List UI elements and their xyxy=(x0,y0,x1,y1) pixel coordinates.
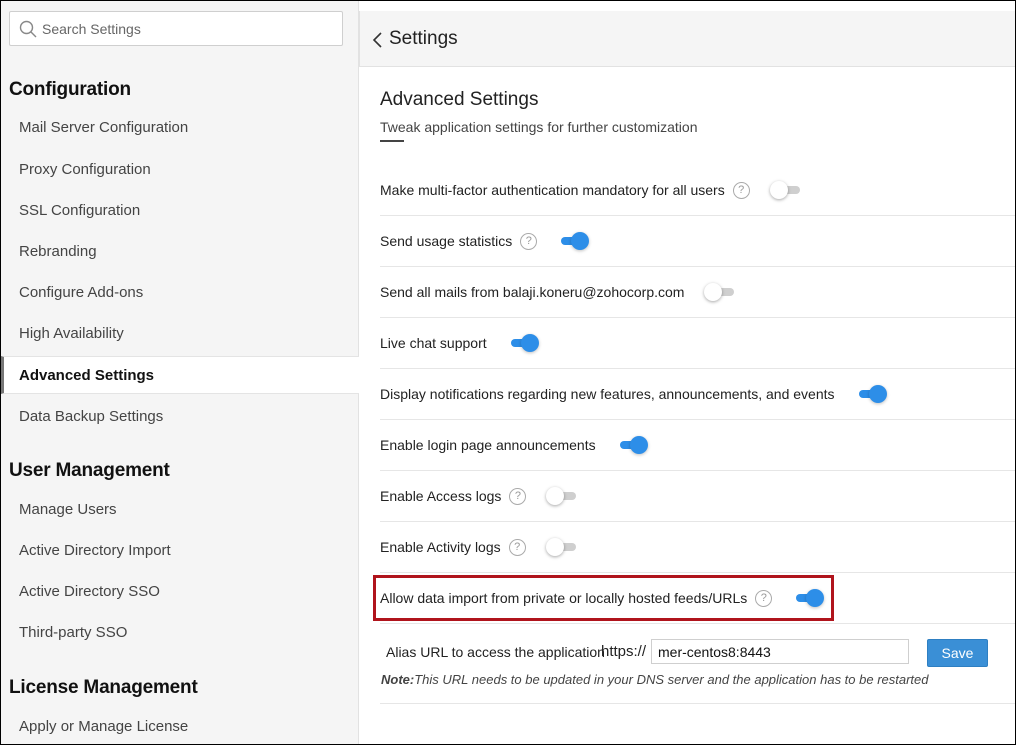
setting-row-content: Allow data import from private or locall… xyxy=(380,573,825,623)
save-button[interactable]: Save xyxy=(927,639,988,667)
section-title-user-management: User Management xyxy=(9,460,170,481)
sidebar-item-proxy-configuration[interactable]: Proxy Configuration xyxy=(1,151,358,189)
sidebar-item-rebranding[interactable]: Rebranding xyxy=(1,233,358,271)
setting-label: Enable Access logs xyxy=(380,488,502,504)
alias-url-input[interactable] xyxy=(651,639,909,664)
setting-row-content: Send usage statistics? xyxy=(380,216,590,266)
sidebar-item-data-backup-settings[interactable]: Data Backup Settings xyxy=(1,398,358,436)
help-icon[interactable]: ? xyxy=(732,181,750,199)
sidebar-item-ssl-configuration[interactable]: SSL Configuration xyxy=(1,192,358,230)
setting-toggle[interactable] xyxy=(507,333,539,353)
setting-label: Enable login page announcements xyxy=(380,437,596,453)
section-title-configuration: Configuration xyxy=(9,79,131,100)
page-header-title: Settings xyxy=(389,28,458,49)
sidebar-item-mail-server-configuration[interactable]: Mail Server Configuration xyxy=(1,109,358,147)
section-title-license-management: License Management xyxy=(9,677,198,698)
toggle-knob xyxy=(520,334,539,352)
setting-row-content: Enable login page announcements xyxy=(380,420,648,470)
setting-row: Make multi-factor authentication mandato… xyxy=(380,165,1015,216)
help-icon[interactable]: ? xyxy=(520,232,538,250)
setting-row: Enable Access logs? xyxy=(380,471,1015,522)
setting-label: Live chat support xyxy=(380,335,487,351)
toggle-knob xyxy=(629,436,648,454)
alias-url-row: Alias URL to access the application http… xyxy=(380,623,1015,704)
alias-url-note: Note:This URL needs to be updated in you… xyxy=(381,672,929,687)
setting-label: Display notifications regarding new feat… xyxy=(380,386,835,402)
setting-row-content: Enable Access logs? xyxy=(380,471,578,521)
setting-toggle[interactable] xyxy=(704,282,736,302)
setting-row: Live chat support xyxy=(380,318,1015,369)
setting-toggle[interactable] xyxy=(616,435,648,455)
help-icon[interactable]: ? xyxy=(508,538,526,556)
toggle-knob xyxy=(769,181,788,199)
help-icon[interactable]: ? xyxy=(509,487,527,505)
setting-row: Display notifications regarding new feat… xyxy=(380,369,1015,420)
alias-url-label: Alias URL to access the application xyxy=(386,644,605,660)
sidebar-item-active-directory-sso[interactable]: Active Directory SSO xyxy=(1,573,358,611)
help-icon[interactable]: ? xyxy=(755,589,773,607)
setting-label: Send all mails from balaji.koneru@zohoco… xyxy=(380,284,685,300)
header-bar: Settings xyxy=(359,11,1015,67)
page-title: Advanced Settings xyxy=(380,89,539,110)
setting-toggle[interactable] xyxy=(557,231,590,251)
toggle-knob xyxy=(571,232,590,250)
chevron-left-icon[interactable] xyxy=(372,31,384,49)
setting-row: Allow data import from private or locall… xyxy=(380,573,1015,624)
sidebar-item-apply-or-manage-license[interactable]: Apply or Manage License xyxy=(1,708,358,745)
note-prefix: Note: xyxy=(381,672,415,687)
setting-row-content: Make multi-factor authentication mandato… xyxy=(380,165,802,215)
setting-toggle[interactable] xyxy=(855,384,887,404)
setting-toggle[interactable] xyxy=(545,537,578,557)
setting-label: Enable Activity logs xyxy=(380,539,501,555)
toggle-knob xyxy=(545,538,564,556)
toggle-knob xyxy=(806,589,825,607)
sidebar-item-advanced-settings[interactable]: Advanced Settings xyxy=(1,356,359,394)
main-content: Settings Advanced Settings Tweak applica… xyxy=(359,1,1015,744)
setting-row-content: Live chat support xyxy=(380,318,539,368)
search-icon xyxy=(19,20,37,38)
setting-toggle[interactable] xyxy=(546,486,578,506)
setting-label: Send usage statistics xyxy=(380,233,513,249)
alias-url-prefix: https:// xyxy=(601,643,647,660)
sidebar-item-configure-add-ons[interactable]: Configure Add-ons xyxy=(1,274,358,312)
search-box[interactable] xyxy=(9,11,343,46)
setting-row-content: Send all mails from balaji.koneru@zohoco… xyxy=(380,267,736,317)
note-text: This URL needs to be updated in your DNS… xyxy=(414,672,929,687)
setting-row: Enable Activity logs? xyxy=(380,522,1015,573)
setting-row: Enable login page announcements xyxy=(380,420,1015,471)
setting-toggle[interactable] xyxy=(769,180,802,200)
sidebar-item-manage-users[interactable]: Manage Users xyxy=(1,491,358,529)
sidebar-item-high-availability[interactable]: High Availability xyxy=(1,315,358,353)
setting-row: Send usage statistics? xyxy=(380,216,1015,267)
setting-row: Send all mails from balaji.koneru@zohoco… xyxy=(380,267,1015,318)
setting-row-content: Enable Activity logs? xyxy=(380,522,578,572)
sidebar-item-third-party-sso[interactable]: Third-party SSO xyxy=(1,614,358,652)
toggle-knob xyxy=(868,385,887,403)
sidebar: Configuration Mail Server Configuration … xyxy=(1,1,359,744)
search-input[interactable] xyxy=(42,12,332,45)
sidebar-item-active-directory-import[interactable]: Active Directory Import xyxy=(1,532,358,570)
subtitle-underline xyxy=(380,140,404,142)
toggle-knob xyxy=(546,487,565,505)
toggle-knob xyxy=(704,283,723,301)
setting-label: Make multi-factor authentication mandato… xyxy=(380,182,725,198)
setting-label: Allow data import from private or locall… xyxy=(380,590,748,606)
setting-row-content: Display notifications regarding new feat… xyxy=(380,369,887,419)
setting-toggle[interactable] xyxy=(792,588,825,608)
page-subtitle: Tweak application settings for further c… xyxy=(380,119,698,135)
